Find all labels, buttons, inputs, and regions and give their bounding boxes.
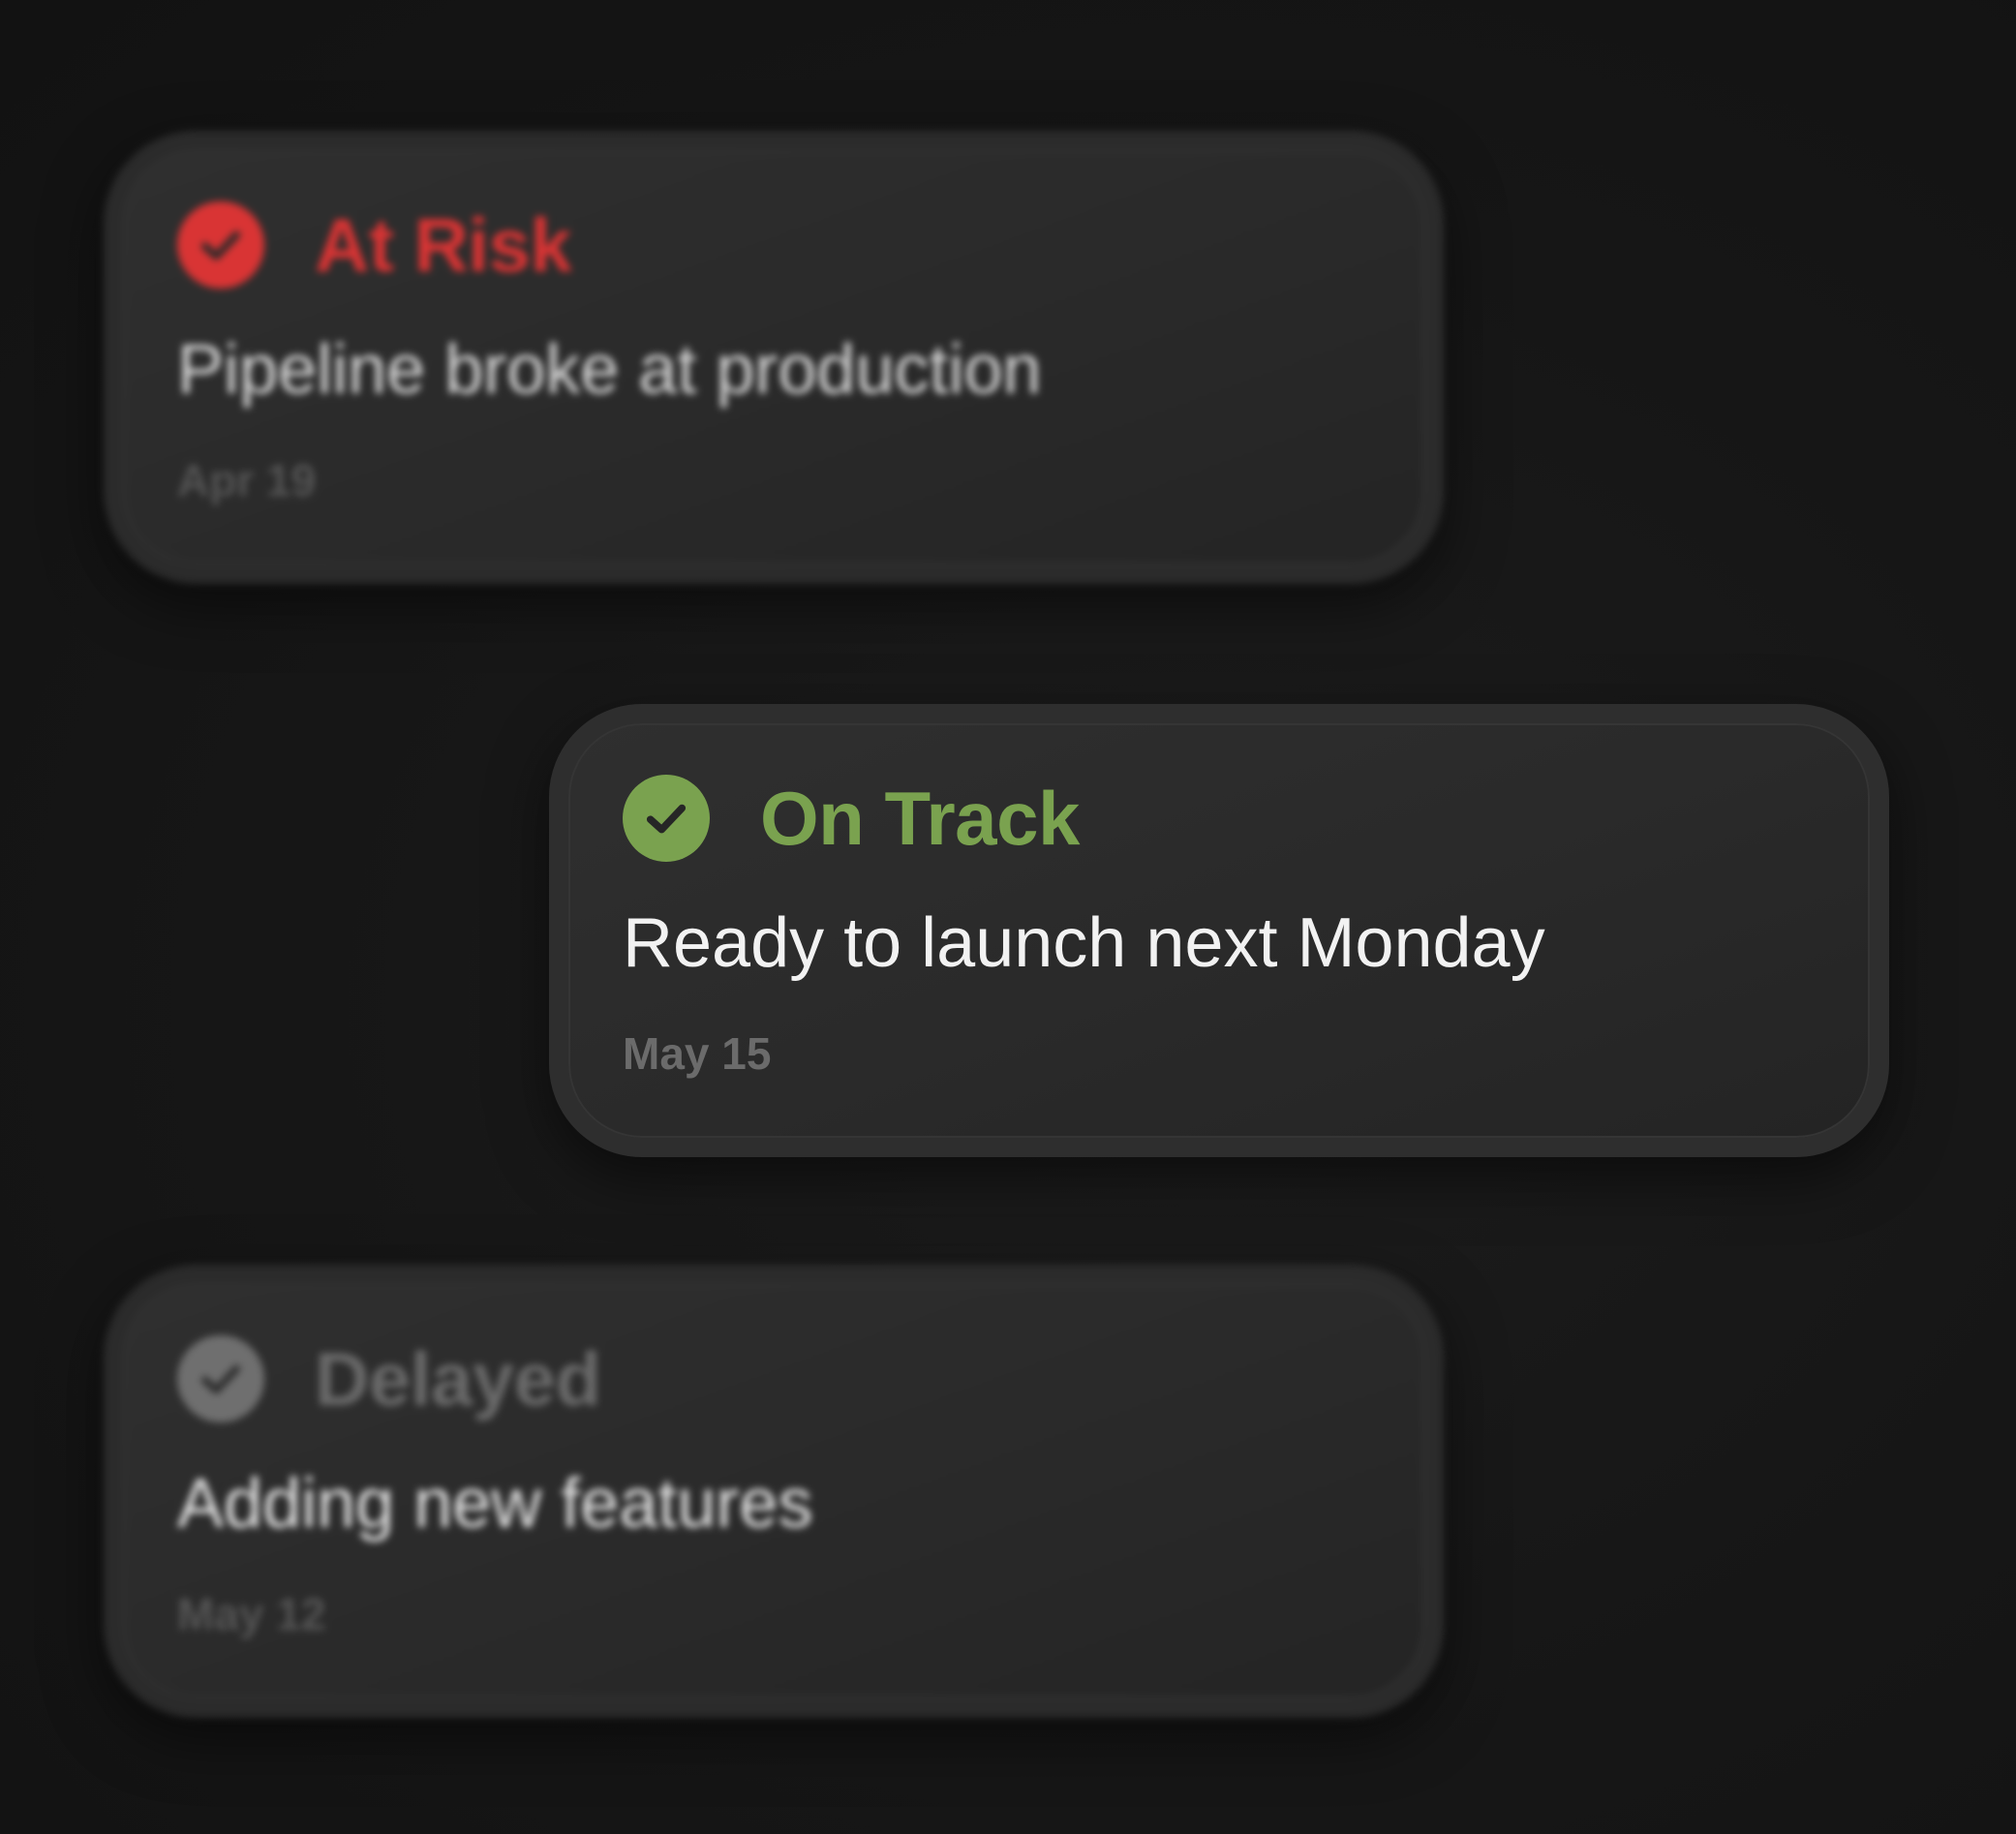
status-label: At Risk xyxy=(315,201,572,288)
status-cards-stage: At Risk Pipeline broke at production Apr… xyxy=(0,0,2016,1834)
status-card-on-track[interactable]: On Track Ready to launch next Monday May… xyxy=(549,704,1889,1157)
status-date: May 15 xyxy=(623,1028,772,1079)
status-message: Ready to launch next Monday xyxy=(623,904,1545,982)
status-card-delayed[interactable]: Delayed Adding new features May 12 xyxy=(104,1265,1444,1718)
status-message: Adding new features xyxy=(177,1465,813,1543)
status-message: Pipeline broke at production xyxy=(177,331,1042,409)
status-card-at-risk[interactable]: At Risk Pipeline broke at production Apr… xyxy=(104,131,1444,584)
status-row: On Track xyxy=(623,774,1816,863)
checkmark-icon xyxy=(200,1364,241,1394)
check-circle-icon xyxy=(177,1335,264,1422)
status-date: May 12 xyxy=(177,1589,326,1639)
checkmark-icon xyxy=(200,230,241,260)
status-row: Delayed xyxy=(177,1334,1370,1423)
checkmark-icon xyxy=(646,804,687,834)
status-label: Delayed xyxy=(315,1335,601,1421)
check-circle-icon xyxy=(623,775,710,862)
status-date: Apr 19 xyxy=(177,455,317,505)
check-circle-icon xyxy=(177,201,264,289)
status-label: On Track xyxy=(760,775,1080,861)
status-row: At Risk xyxy=(177,200,1370,290)
